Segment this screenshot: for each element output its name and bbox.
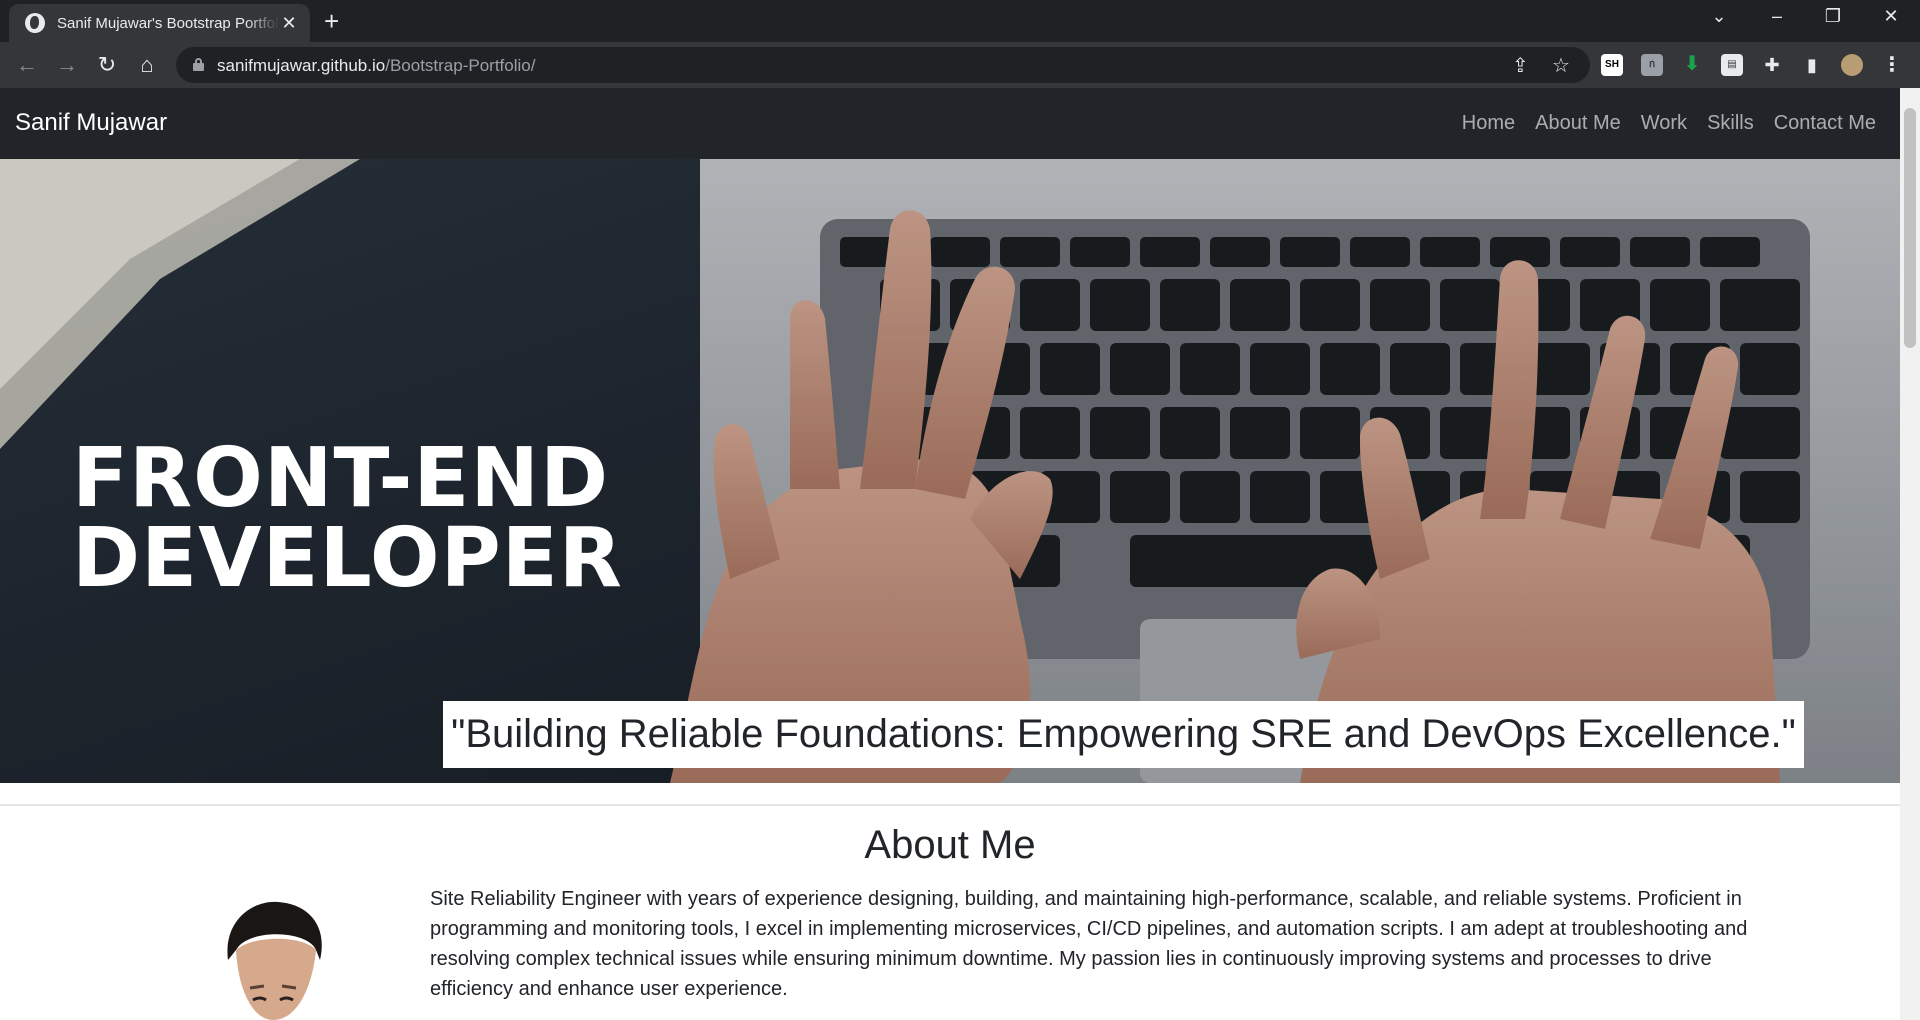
share-icon[interactable]: ⇪: [1512, 53, 1529, 78]
new-tab-button[interactable]: +: [324, 8, 339, 34]
back-icon[interactable]: ←: [14, 52, 40, 78]
nav-links: Home About Me Work Skills Contact Me: [1462, 112, 1876, 135]
hero-quote: "Building Reliable Foundations: Empoweri…: [443, 701, 1804, 768]
profile-avatar-icon[interactable]: [1841, 54, 1863, 76]
extension-translate-icon[interactable]: ก: [1641, 54, 1663, 76]
globe-icon: [25, 13, 45, 33]
close-window-icon[interactable]: ✕: [1876, 6, 1906, 27]
side-panel-icon[interactable]: ▮: [1801, 54, 1823, 76]
home-icon[interactable]: ⌂: [134, 52, 160, 78]
minimize-icon[interactable]: –: [1762, 6, 1792, 27]
web-page: Sanif Mujawar Home About Me Work Skills …: [0, 88, 1900, 1020]
hero-title-line2: DEVELOPER: [72, 511, 623, 606]
url-text[interactable]: sanifmujawar.github.io/Bootstrap-Portfol…: [217, 56, 535, 76]
page-scrollbar[interactable]: [1900, 88, 1920, 1020]
address-bar[interactable]: sanifmujawar.github.io/Bootstrap-Portfol…: [176, 47, 1590, 83]
menu-kebab-icon[interactable]: ⋮: [1881, 54, 1903, 76]
reload-icon[interactable]: ↻: [94, 52, 120, 78]
bookmark-star-icon[interactable]: ☆: [1552, 53, 1570, 78]
site-brand[interactable]: Sanif Mujawar: [15, 109, 167, 137]
section-divider: [0, 804, 1900, 806]
about-title: About Me: [864, 823, 1036, 867]
tab-search-icon[interactable]: ⌄: [1704, 6, 1734, 27]
nav-link-about-me[interactable]: About Me: [1535, 112, 1621, 135]
browser-toolbar: ← → ↻ ⌂ sanifmujawar.github.io/Bootstrap…: [0, 42, 1920, 88]
nav-link-work[interactable]: Work: [1641, 112, 1687, 135]
tab-title: Sanif Mujawar's Bootstrap Portfolio: [57, 14, 279, 32]
nav-link-contact-me[interactable]: Contact Me: [1774, 112, 1876, 135]
restore-icon[interactable]: ❐: [1818, 6, 1848, 27]
nav-link-home[interactable]: Home: [1462, 112, 1515, 135]
extensions-puzzle-icon[interactable]: ✚: [1761, 54, 1783, 76]
hero-title-line1: FRONT-END: [72, 431, 610, 526]
forward-icon[interactable]: →: [54, 52, 80, 78]
extension-window-icon[interactable]: ▤: [1721, 54, 1743, 76]
extension-sh-icon[interactable]: SH: [1601, 54, 1623, 76]
nav-link-skills[interactable]: Skills: [1707, 112, 1754, 135]
about-text: Site Reliability Engineer with years of …: [430, 888, 1748, 1000]
profile-photo: [208, 900, 338, 1020]
hero-banner: FRONT-END DEVELOPER "Building Reliable F…: [0, 159, 1900, 783]
scrollbar-thumb[interactable]: [1904, 108, 1916, 348]
hero-title: FRONT-END DEVELOPER: [72, 431, 623, 606]
lock-icon[interactable]: [193, 58, 204, 71]
extension-download-icon[interactable]: ⬇: [1681, 54, 1703, 76]
site-navbar: Sanif Mujawar Home About Me Work Skills …: [0, 88, 1900, 159]
close-tab-icon[interactable]: ✕: [280, 14, 298, 32]
browser-tab[interactable]: Sanif Mujawar's Bootstrap Portfolio ✕: [9, 4, 310, 42]
browser-tab-bar: Sanif Mujawar's Bootstrap Portfolio ✕ + …: [0, 0, 1920, 42]
